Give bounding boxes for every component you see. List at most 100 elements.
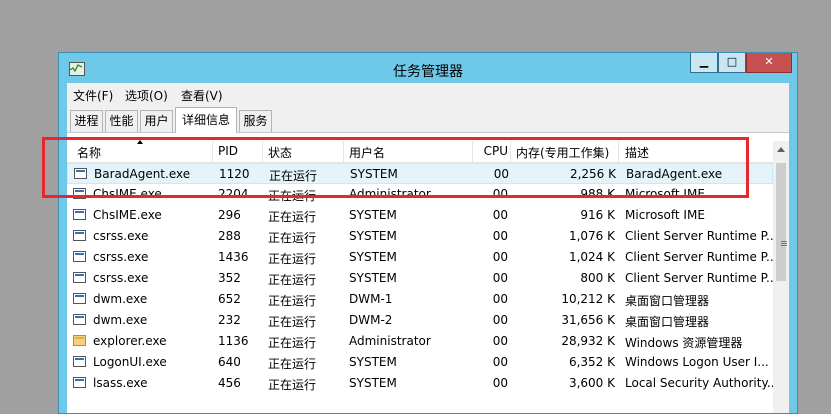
cell-cpu: 00 [492, 292, 508, 306]
menu-view[interactable]: 查看(V) [181, 87, 223, 104]
grip-icon [781, 241, 787, 242]
cell-username: SYSTEM [349, 355, 397, 369]
cell-memory: 28,932 K [561, 334, 615, 348]
table-row[interactable]: explorer.exe 1136 正在运行 Administrator 00 28,93… [67, 331, 773, 352]
cell-memory: 31,656 K [561, 313, 615, 327]
application-icon [73, 356, 86, 367]
cell-name: explorer.exe [93, 334, 167, 348]
cell-name: csrss.exe [93, 229, 149, 243]
cell-cpu: 00 [492, 250, 508, 264]
red-highlight-box [42, 137, 749, 198]
cell-memory: 6,352 K [568, 355, 615, 369]
cell-status: 正在运行 [268, 273, 317, 287]
cell-username: SYSTEM [349, 271, 397, 285]
cell-status: 正在运行 [268, 252, 317, 266]
cell-description: 桌面窗口管理器 [625, 315, 710, 329]
cell-username: DWM-1 [349, 292, 393, 306]
cell-pid: 288 [218, 229, 241, 243]
cell-memory: 916 K [580, 208, 615, 222]
cell-status: 正在运行 [268, 378, 317, 392]
task-manager-window: 任务管理器 ▁ □ ✕ 文件(F) 选项(O) 查看(V) 进程 性能 用户 详… [58, 52, 798, 414]
cell-name: lsass.exe [93, 376, 148, 390]
close-button[interactable]: ✕ [746, 53, 792, 73]
scrollbar-thumb[interactable] [776, 163, 787, 281]
cell-pid: 1436 [218, 250, 249, 264]
cell-cpu: 00 [492, 334, 508, 348]
table-row[interactable]: ChsIME.exe 296 正在运行 SYSTEM 00 916 K Microsoft … [67, 205, 773, 226]
tab-performance[interactable]: 性能 [105, 110, 138, 132]
client-area: 文件(F) 选项(O) 查看(V) 进程 性能 用户 详细信息 服务 名称 PI… [67, 83, 789, 413]
cell-cpu: 00 [492, 271, 508, 285]
cell-name: ChsIME.exe [93, 208, 162, 222]
cell-name: csrss.exe [93, 250, 149, 264]
folder-icon [73, 335, 86, 346]
application-icon [73, 209, 86, 220]
cell-description: Client Server Runtime P... [625, 229, 778, 243]
table-row[interactable]: dwm.exe 232 正在运行 DWM-2 00 31,656 K 桌面窗口管理器 [67, 310, 773, 331]
table-row[interactable]: csrss.exe 288 正在运行 SYSTEM 00 1,076 K Client Se… [67, 226, 777, 247]
menu-options[interactable]: 选项(O) [125, 87, 168, 104]
cell-memory: 10,212 K [561, 292, 615, 306]
menu-file[interactable]: 文件(F) [73, 87, 113, 104]
tab-services[interactable]: 服务 [239, 110, 272, 132]
table-row[interactable]: csrss.exe 352 正在运行 SYSTEM 00 800 K Client Serv… [67, 268, 777, 289]
cell-cpu: 00 [492, 355, 508, 369]
application-icon [73, 230, 86, 241]
application-icon [73, 377, 86, 388]
window-title: 任务管理器 [393, 64, 463, 80]
maximize-button[interactable]: □ [718, 53, 746, 73]
cell-pid: 232 [218, 313, 241, 327]
vertical-scrollbar[interactable] [773, 141, 789, 413]
table-row[interactable]: lsass.exe 456 正在运行 SYSTEM 00 3,600 K Local Sec… [67, 373, 778, 394]
cell-memory: 3,600 K [568, 376, 615, 390]
cell-description: Windows 资源管理器 [625, 336, 743, 350]
tab-details[interactable]: 详细信息 [175, 107, 237, 133]
cell-pid: 456 [218, 376, 241, 390]
cell-memory: 1,024 K [568, 250, 615, 264]
table-row[interactable]: dwm.exe 652 正在运行 DWM-1 00 10,212 K 桌面窗口管理器 [67, 289, 773, 310]
cell-description: Microsoft IME [625, 208, 705, 222]
cell-status: 正在运行 [268, 357, 317, 371]
cell-name: dwm.exe [93, 313, 148, 327]
cell-description: Client Server Runtime P... [625, 250, 778, 264]
cell-cpu: 00 [492, 229, 508, 243]
minimize-button[interactable]: ▁ [690, 53, 718, 73]
cell-name: csrss.exe [93, 271, 149, 285]
cell-memory: 1,076 K [568, 229, 615, 243]
cell-status: 正在运行 [268, 336, 317, 350]
cell-cpu: 00 [492, 376, 508, 390]
application-icon [73, 314, 86, 325]
application-icon [73, 251, 86, 262]
cell-username: SYSTEM [349, 229, 397, 243]
cell-status: 正在运行 [268, 210, 317, 224]
cell-pid: 352 [218, 271, 241, 285]
tab-bar: 进程 性能 用户 详细信息 服务 [67, 105, 789, 133]
cell-pid: 1136 [218, 334, 249, 348]
cell-description: Windows Logon User I... [625, 355, 769, 369]
cell-description: Local Security Authority... [625, 376, 779, 390]
cell-status: 正在运行 [268, 294, 317, 308]
tab-processes[interactable]: 进程 [70, 110, 103, 132]
cell-status: 正在运行 [268, 315, 317, 329]
table-row[interactable]: csrss.exe 1436 正在运行 SYSTEM 00 1,024 K Client S… [67, 247, 777, 268]
menu-bar: 文件(F) 选项(O) 查看(V) [67, 83, 789, 105]
cell-name: LogonUI.exe [93, 355, 167, 369]
cell-username: DWM-2 [349, 313, 393, 327]
cell-pid: 640 [218, 355, 241, 369]
cell-username: SYSTEM [349, 250, 397, 264]
application-icon [73, 293, 86, 304]
cell-username: Administrator [349, 334, 431, 348]
cell-cpu: 00 [492, 313, 508, 327]
cell-username: SYSTEM [349, 376, 397, 390]
cell-pid: 652 [218, 292, 241, 306]
title-bar[interactable]: 任务管理器 ▁ □ ✕ [59, 53, 797, 83]
tab-users[interactable]: 用户 [140, 110, 173, 132]
cell-description: Client Server Runtime P... [625, 271, 778, 285]
cell-memory: 800 K [580, 271, 615, 285]
cell-description: 桌面窗口管理器 [625, 294, 710, 308]
cell-pid: 296 [218, 208, 241, 222]
table-row[interactable]: LogonUI.exe 640 正在运行 SYSTEM 00 6,352 K Windows… [67, 352, 773, 373]
cell-cpu: 00 [492, 208, 508, 222]
cell-username: SYSTEM [349, 208, 397, 222]
scroll-up-arrow-icon[interactable] [777, 147, 785, 152]
